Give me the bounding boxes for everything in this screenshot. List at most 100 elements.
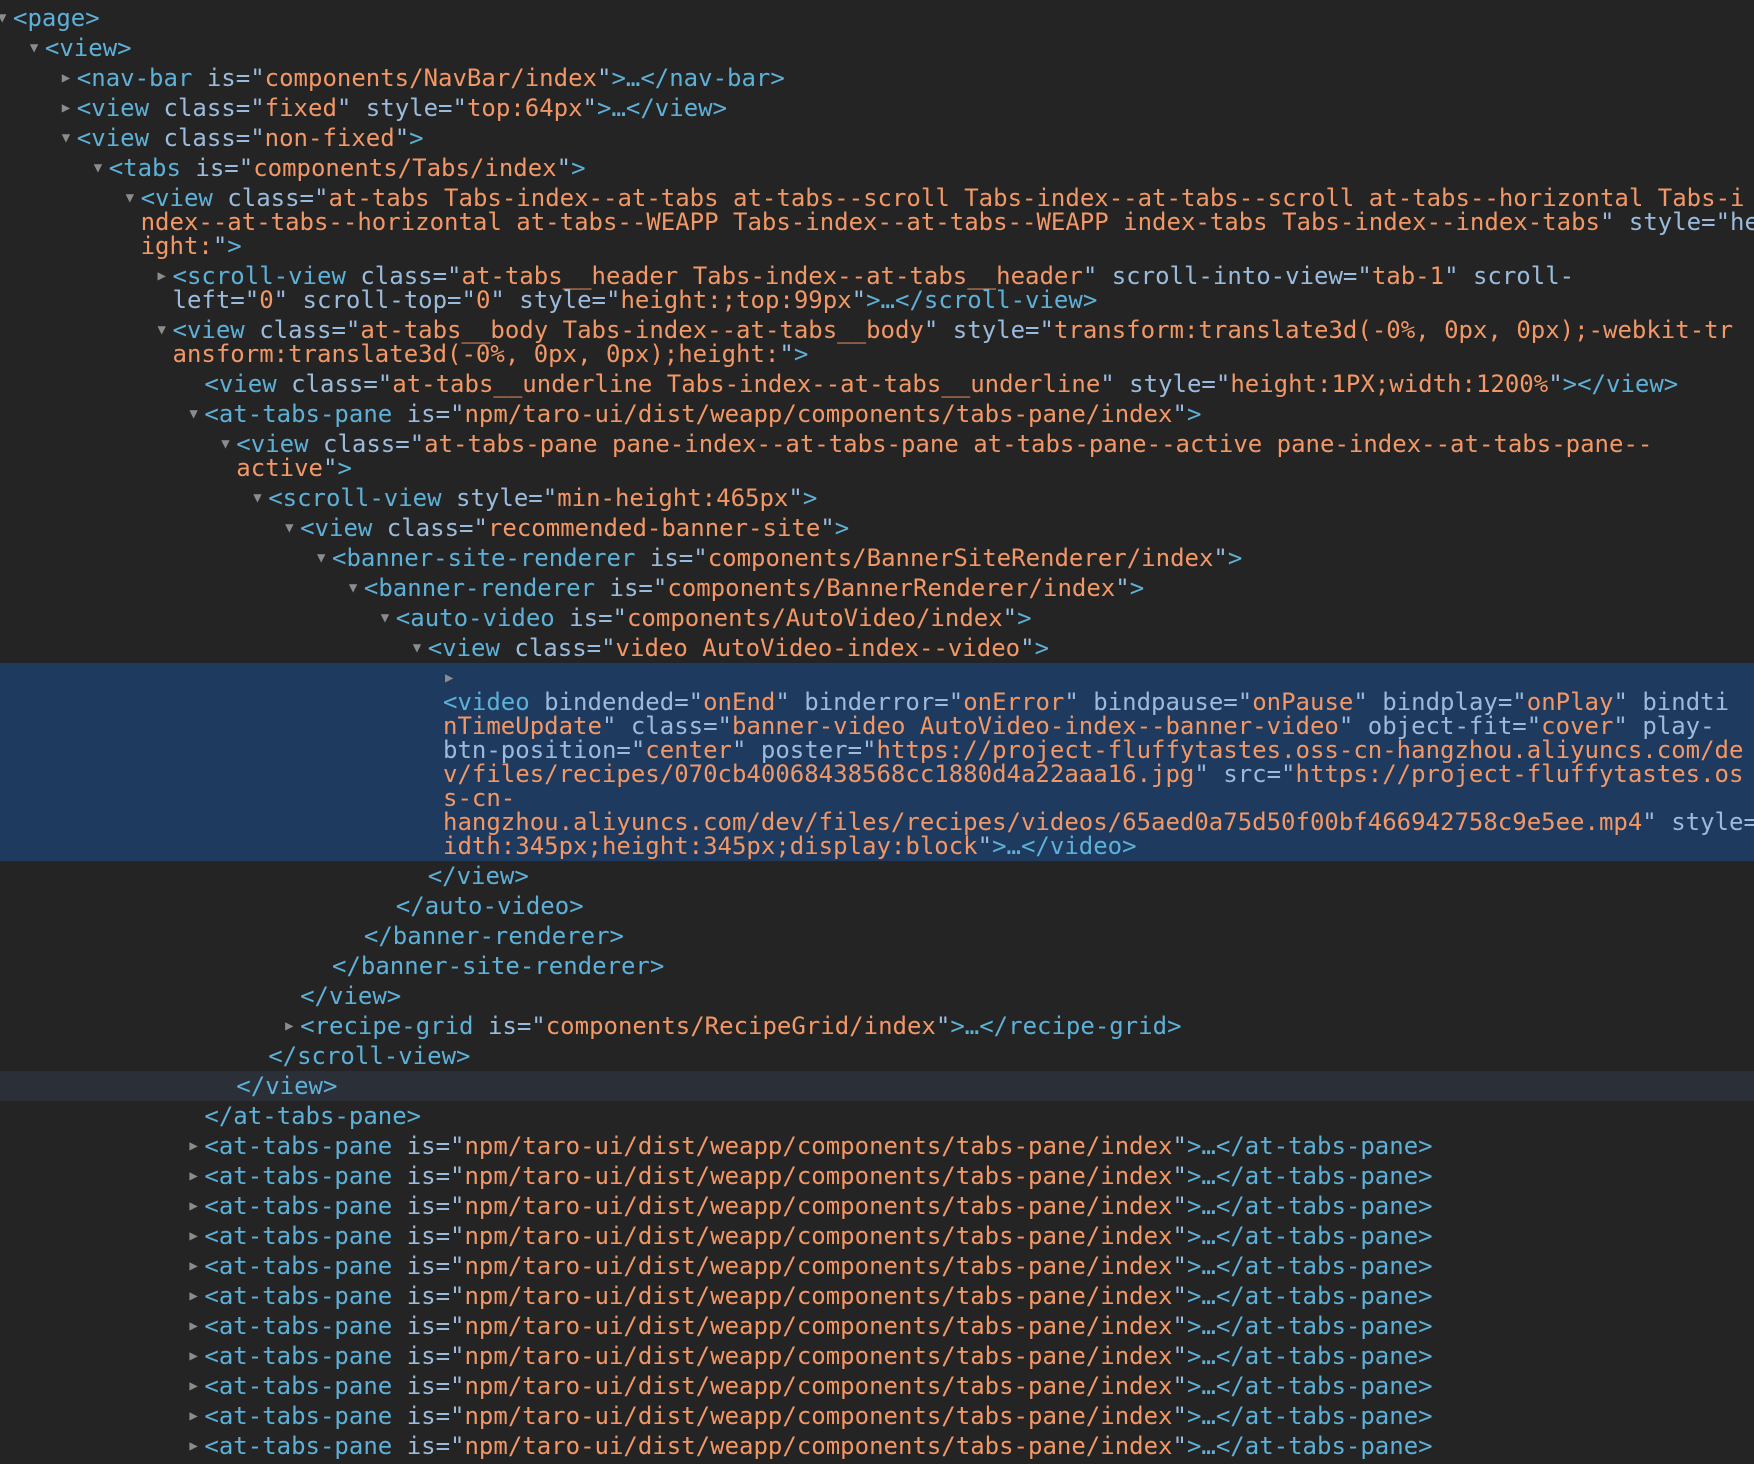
attribute-name-token: " [1172, 1432, 1187, 1460]
node-markup-line: s-cn- [443, 786, 1754, 810]
expand-triangle-down-icon[interactable]: ▼ [413, 636, 421, 660]
dom-node-row[interactable]: ▶ <at-tabs-pane is="npm/taro-ui/dist/weap… [0, 1281, 1754, 1311]
expand-triangle-down-icon[interactable]: ▼ [126, 186, 134, 210]
dom-node-row[interactable]: </at-tabs-pane> [0, 1101, 1754, 1131]
collapse-triangle-right-icon[interactable]: ▶ [189, 1194, 197, 1218]
dom-node-row[interactable]: ▼ <at-tabs-pane is="npm/taro-ui/dist/weap… [0, 399, 1754, 429]
dom-node-row[interactable]: ▼ <view class="recommended-banner-site"> [0, 513, 1754, 543]
dom-node-row[interactable]: ▶ <at-tabs-pane is="npm/taro-ui/dist/weap… [0, 1161, 1754, 1191]
attribute-value-token: 0 [259, 286, 274, 314]
attribute-name-token: is=" [406, 1402, 465, 1430]
dom-node-row[interactable]: </scroll-view> [0, 1041, 1754, 1071]
collapse-triangle-right-icon[interactable]: ▶ [189, 1224, 197, 1248]
dom-node-row[interactable]: ▶ <at-tabs-pane is="npm/taro-ui/dist/weap… [0, 1431, 1754, 1461]
expand-triangle-down-icon[interactable]: ▼ [30, 36, 38, 60]
dom-node-row-selected[interactable]: ▶ <video bindended="onEnd" binderror="onE… [0, 663, 1754, 861]
node-markup-line: <at-tabs-pane is="npm/taro-ui/dist/weapp… [204, 1314, 1754, 1338]
collapse-triangle-right-icon[interactable]: ▶ [189, 1374, 197, 1398]
expand-triangle-down-icon[interactable]: ▼ [158, 318, 166, 342]
tag-token: >…</at-tabs-pane> [1186, 1222, 1433, 1250]
dom-node-row[interactable]: ▶ <recipe-grid is="components/RecipeGrid/… [0, 1011, 1754, 1041]
expand-triangle-down-icon[interactable]: ▼ [189, 402, 197, 426]
dom-node-row[interactable]: ▼ <auto-video is="components/AutoVideo/in… [0, 603, 1754, 633]
dom-node-row[interactable]: ▼ <scroll-view style="min-height:465px"> [0, 483, 1754, 513]
attribute-name-token: " [323, 454, 338, 482]
dom-node-row[interactable]: ▶ <view class="fixed" style="top:64px">…<… [0, 93, 1754, 123]
dom-node-row[interactable]: ▼ <view class="at-tabs__body Tabs-index--… [0, 315, 1754, 369]
dom-node-row[interactable]: ▶ <at-tabs-pane is="npm/taro-ui/dist/weap… [0, 1131, 1754, 1161]
dom-node-row[interactable]: ▼ <tabs is="components/Tabs/index"> [0, 153, 1754, 183]
node-markup-line: <at-tabs-pane is="npm/taro-ui/dist/weapp… [204, 1344, 1754, 1368]
attribute-value-token: idth:345px;height:345px;display:block [443, 832, 978, 860]
dom-node-row[interactable]: ▼ <page> [0, 3, 1754, 33]
dom-node-row[interactable]: </view> [0, 1071, 1754, 1101]
dom-node-row[interactable]: ▼ <view> [0, 33, 1754, 63]
collapse-triangle-right-icon[interactable]: ▶ [285, 1014, 293, 1038]
expand-triangle-down-icon[interactable]: ▼ [94, 156, 102, 180]
collapse-triangle-right-icon[interactable]: ▶ [158, 264, 166, 288]
expand-triangle-down-icon[interactable]: ▼ [317, 546, 325, 570]
dom-node-row[interactable]: </auto-video> [0, 891, 1754, 921]
collapse-triangle-right-icon[interactable]: ▶ [189, 1134, 197, 1158]
attribute-value-token: tab-1 [1371, 262, 1445, 290]
node-markup-line [443, 666, 1754, 690]
node-markup-line: </auto-video> [396, 894, 1754, 918]
collapse-triangle-right-icon[interactable]: ▶ [189, 1164, 197, 1188]
node-markup-line: btn-position="center" poster="https://pr… [443, 738, 1754, 762]
dom-node-row[interactable]: ▶ <at-tabs-pane is="npm/taro-ui/dist/weap… [0, 1221, 1754, 1251]
dom-node-row[interactable]: ▶ <at-tabs-pane is="npm/taro-ui/dist/weap… [0, 1191, 1754, 1221]
attribute-value-token: npm/taro-ui/dist/weapp/components/tabs-p… [464, 1312, 1173, 1340]
tag-token: <at-tabs-pane [204, 1372, 407, 1400]
dom-node-row[interactable]: </view> [0, 861, 1754, 891]
dom-node-row[interactable]: ▼ <view class="at-tabs Tabs-index--at-tab… [0, 183, 1754, 261]
collapse-triangle-right-icon[interactable]: ▶ [62, 96, 70, 120]
tag-token: </banner-renderer> [363, 922, 624, 950]
attribute-name-token: " scroll- [1444, 262, 1575, 290]
collapse-triangle-right-icon[interactable]: ▶ [189, 1314, 197, 1338]
expand-triangle-down-icon[interactable]: ▼ [0, 6, 6, 30]
attribute-name-token: " style=" [336, 94, 467, 122]
attribute-value-token: npm/taro-ui/dist/weapp/components/tabs-p… [464, 1162, 1173, 1190]
dom-node-row[interactable]: </banner-site-renderer> [0, 951, 1754, 981]
dom-node-row[interactable]: ▼ <banner-site-renderer is="components/Ba… [0, 543, 1754, 573]
tag-token: >…</nav-bar> [611, 64, 785, 92]
attribute-value-token: npm/taro-ui/dist/weapp/components/tabs-p… [464, 1132, 1173, 1160]
dom-node-row[interactable]: ▼ <view class="non-fixed"> [0, 123, 1754, 153]
dom-node-row[interactable]: ▶ <at-tabs-pane is="npm/taro-ui/dist/weap… [0, 1311, 1754, 1341]
dom-node-row[interactable]: ▶ <at-tabs-pane is="npm/taro-ui/dist/weap… [0, 1401, 1754, 1431]
dom-node-row[interactable]: ▼ <view class="video AutoVideo-index--vid… [0, 633, 1754, 663]
collapse-triangle-right-icon[interactable]: ▶ [189, 1434, 197, 1458]
expand-triangle-down-icon[interactable]: ▼ [221, 432, 229, 456]
expand-triangle-down-icon[interactable]: ▼ [285, 516, 293, 540]
expand-triangle-down-icon[interactable]: ▼ [381, 606, 389, 630]
node-markup-line: left="0" scroll-top="0" style="height:;t… [173, 288, 1754, 312]
collapse-triangle-right-icon[interactable]: ▶ [189, 1284, 197, 1308]
expand-triangle-down-icon[interactable]: ▼ [349, 576, 357, 600]
node-markup-line: <nav-bar is="components/NavBar/index">…<… [77, 66, 1754, 90]
node-markup-line: <page> [13, 6, 1754, 30]
dom-node-row[interactable]: ▼ <view class="at-tabs-pane pane-index--a… [0, 429, 1754, 483]
attribute-value-token: 0 [475, 286, 491, 314]
collapse-triangle-right-icon[interactable]: ▶ [189, 1254, 197, 1278]
dom-node-row[interactable]: ▶ <nav-bar is="components/NavBar/index">…… [0, 63, 1754, 93]
dom-node-row[interactable]: </banner-renderer> [0, 921, 1754, 951]
dom-node-row[interactable]: ▼ <banner-renderer is="components/BannerR… [0, 573, 1754, 603]
attribute-name-token: " [1172, 1132, 1187, 1160]
attribute-value-token: at-tabs-pane pane-index--at-tabs-pane at… [424, 430, 1653, 458]
collapse-triangle-right-icon[interactable]: ▶ [445, 666, 453, 690]
dom-node-row[interactable]: ▶ <scroll-view class="at-tabs__header Tab… [0, 261, 1754, 315]
collapse-triangle-right-icon[interactable]: ▶ [189, 1344, 197, 1368]
dom-node-row[interactable]: </view> [0, 981, 1754, 1011]
node-markup-line: <at-tabs-pane is="npm/taro-ui/dist/weapp… [204, 1224, 1754, 1248]
dom-node-row[interactable]: <view class="at-tabs__underline Tabs-ind… [0, 369, 1754, 399]
attribute-name-token: " [1172, 1222, 1187, 1250]
dom-node-row[interactable]: ▶ <at-tabs-pane is="npm/taro-ui/dist/weap… [0, 1341, 1754, 1371]
dom-node-row[interactable]: ▶ <at-tabs-pane is="npm/taro-ui/dist/weap… [0, 1371, 1754, 1401]
collapse-triangle-right-icon[interactable]: ▶ [62, 66, 70, 90]
attribute-value-token: non-fixed [264, 124, 395, 152]
dom-node-row[interactable]: ▶ <at-tabs-pane is="npm/taro-ui/dist/weap… [0, 1251, 1754, 1281]
attribute-value-token: npm/taro-ui/dist/weapp/components/tabs-p… [464, 1222, 1173, 1250]
expand-triangle-down-icon[interactable]: ▼ [62, 126, 70, 150]
expand-triangle-down-icon[interactable]: ▼ [253, 486, 261, 510]
collapse-triangle-right-icon[interactable]: ▶ [189, 1404, 197, 1428]
